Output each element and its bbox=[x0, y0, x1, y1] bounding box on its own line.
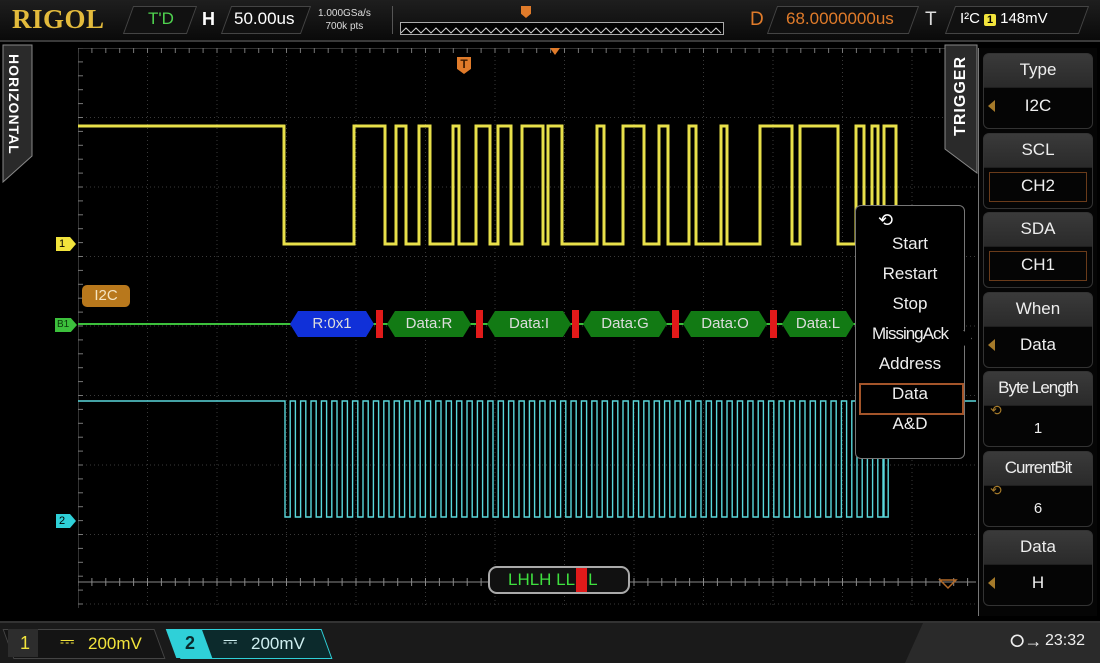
trigger-label: T bbox=[925, 9, 937, 30]
trigger-type: I²C bbox=[960, 10, 980, 27]
waveform-memory-bar[interactable] bbox=[400, 22, 724, 35]
ch2-number: 2 bbox=[185, 633, 196, 653]
softkey-byte-length[interactable]: Byte Length ⟲ 1 bbox=[983, 371, 1093, 447]
when-option-restart[interactable]: Restart bbox=[856, 264, 964, 284]
softkey-value: Data bbox=[1020, 334, 1056, 354]
trigger-source-badge: 1 bbox=[984, 14, 997, 26]
when-option-ad[interactable]: A&D bbox=[856, 414, 964, 434]
decode-data-packet: Data:O bbox=[683, 311, 767, 337]
delay-value[interactable]: 68.0000000us bbox=[786, 9, 894, 29]
softkey-value: 6 bbox=[1033, 499, 1043, 517]
softkey-title: SCL bbox=[1021, 139, 1055, 159]
ack-marker bbox=[476, 310, 483, 338]
softkey-value: CH2 bbox=[1020, 175, 1055, 195]
timebase-value[interactable]: 50.00us bbox=[234, 9, 295, 29]
ch1-offset-marker[interactable]: 1 bbox=[56, 237, 76, 251]
softkey-value: 1 bbox=[1033, 420, 1043, 437]
trigger-menu-tab[interactable]: TRIGGER bbox=[944, 44, 978, 174]
when-option-missingack[interactable]: MissingAck bbox=[856, 324, 964, 344]
when-option-data[interactable]: Data bbox=[856, 384, 964, 404]
softkey-currentbit[interactable]: CurrentBit ⟲ 6 bbox=[983, 450, 1093, 527]
softkey-scl[interactable]: SCL CH2 bbox=[983, 132, 1093, 209]
decode-data-packet: Data:L bbox=[782, 311, 854, 337]
decode-address-packet: R:0x1 bbox=[290, 311, 374, 337]
ch2-waveform bbox=[78, 400, 976, 518]
bit-pattern-display: LHLH LLHL bbox=[488, 566, 630, 594]
top-status-bar: RIGOL T'D H 50.00us 1.000GSa/s 700k pts … bbox=[0, 0, 1100, 42]
clock-time: 23:32 bbox=[1045, 632, 1086, 649]
decode-data-packet: Data:G bbox=[583, 311, 667, 337]
knob-icon: ⟲ bbox=[990, 481, 1002, 498]
knob-icon: ⟲ bbox=[990, 402, 1002, 418]
bit-pattern-current: H bbox=[576, 568, 588, 592]
memory-waveform-icon bbox=[401, 27, 722, 34]
trigger-info[interactable]: I²C 1 148mV bbox=[960, 10, 1048, 27]
sample-rate: 1.000GSa/s bbox=[318, 8, 371, 19]
ack-marker bbox=[770, 310, 777, 338]
memory-depth: 700k pts bbox=[325, 21, 364, 32]
ch1-number: 1 bbox=[20, 633, 31, 653]
acquisition-info: 1.000GSa/s 700k pts bbox=[318, 7, 371, 33]
dc-coupling-icon: ⎓ bbox=[60, 631, 75, 651]
ch1-status[interactable]: 1 ⎓ 200mV bbox=[2, 629, 166, 659]
ch2-offset-marker[interactable]: 2 bbox=[56, 514, 76, 528]
dc-coupling-icon: ⎓ bbox=[223, 631, 238, 651]
when-option-stop[interactable]: Stop bbox=[856, 294, 964, 314]
decode-data-packet: Data:R bbox=[387, 311, 471, 337]
ch1-waveform bbox=[78, 124, 948, 246]
bus-marker[interactable]: B1 bbox=[55, 318, 77, 332]
bit-pattern-suffix: L bbox=[588, 570, 598, 589]
horizontal-menu-tab[interactable]: HORIZONTAL bbox=[2, 44, 33, 184]
bus-protocol-label: I2C bbox=[82, 285, 130, 307]
ack-marker bbox=[572, 310, 579, 338]
softkey-title: Type bbox=[1019, 60, 1057, 79]
ch2-scale: 200mV bbox=[251, 634, 305, 653]
ch2-trace bbox=[78, 400, 976, 518]
softkey-value: H bbox=[1031, 573, 1045, 592]
horizontal-label: H bbox=[202, 9, 215, 29]
softkey-title: When bbox=[1015, 298, 1061, 318]
ch2-status[interactable]: 2 ⎓ 200mV bbox=[165, 629, 333, 659]
when-popup-menu: ⟲ Start Restart Stop MissingAck Address Data A… bbox=[855, 205, 972, 459]
softkey-when[interactable]: When Data bbox=[983, 291, 1093, 368]
softkey-sda[interactable]: SDA CH1 bbox=[983, 212, 1093, 288]
softkey-type[interactable]: Type I2C bbox=[983, 53, 1093, 129]
ack-marker bbox=[376, 310, 383, 338]
softkey-value: I2C bbox=[1024, 96, 1052, 115]
softkey-menu: Type I2C SCL CH2 SDA CH1 When Data Byte Length ⟲ 1… bbox=[978, 48, 1097, 616]
brand-logo: RIGOL bbox=[12, 4, 105, 34]
usb-icon: ⭘→ bbox=[1010, 631, 1043, 651]
ch1-scale: 200mV bbox=[88, 634, 142, 653]
decode-data-packet: Data:I bbox=[487, 311, 571, 337]
bit-pattern-prefix: LHLH LL bbox=[508, 570, 576, 589]
trigger-position-marker-icon[interactable] bbox=[550, 48, 560, 55]
ch1-trace bbox=[78, 124, 948, 246]
softkey-title: Data bbox=[1020, 537, 1056, 556]
delay-label: D bbox=[750, 9, 764, 30]
when-option-start[interactable]: Start bbox=[856, 234, 964, 254]
softkey-data[interactable]: Data H bbox=[983, 530, 1093, 606]
horizontal-tab-label: HORIZONTAL bbox=[6, 54, 22, 155]
softkey-title: CurrentBit bbox=[1004, 457, 1073, 477]
softkey-value: CH1 bbox=[1020, 255, 1055, 274]
ack-marker bbox=[672, 310, 679, 338]
run-state[interactable]: T'D bbox=[148, 9, 174, 29]
when-option-address[interactable]: Address bbox=[856, 354, 964, 374]
trigger-level: 148mV bbox=[1000, 10, 1048, 27]
bottom-status-bar: 1 ⎓ 200mV 2 ⎓ 200mV ⭘→ 23:32 bbox=[0, 621, 1100, 663]
knob-rotate-icon: ⟲ bbox=[878, 210, 894, 230]
trigger-tab-label: TRIGGER bbox=[952, 56, 969, 136]
softkey-title: Byte Length bbox=[998, 378, 1079, 397]
softkey-title: SDA bbox=[1020, 219, 1056, 238]
